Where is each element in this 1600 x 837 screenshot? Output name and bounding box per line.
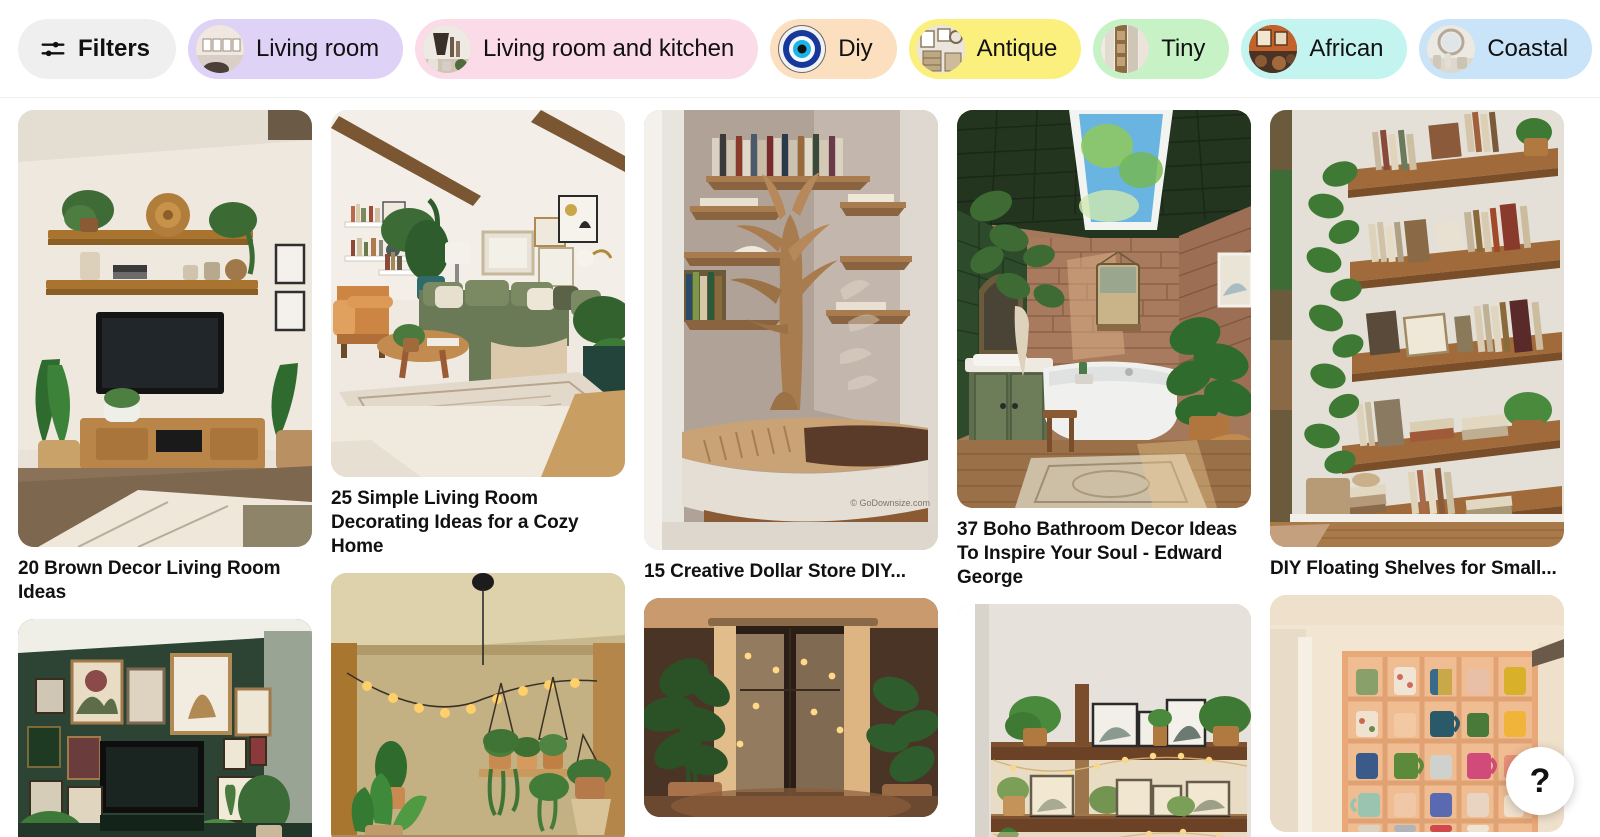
filter-chip-living-room[interactable]: Living room (188, 18, 403, 79)
evil-eye-thumb (778, 24, 827, 73)
pin-card[interactable]: 20 Brown Decor Living Room Ideas (18, 110, 312, 605)
filter-chip-label: African (1309, 34, 1384, 62)
pin-card[interactable]: 37 Boho Bathroom Decor Ideas To Inspire … (957, 110, 1251, 590)
pin-card[interactable] (957, 604, 1251, 837)
african-room-thumb (1249, 24, 1298, 73)
pin-column: 20 Brown Decor Living Room Ideas (18, 110, 312, 837)
tiny-shelf-thumb (1101, 24, 1150, 73)
pin-card[interactable]: 25 Simple Living Room Decorating Ideas f… (331, 110, 625, 559)
warm-lit-room-plants-curtains-image[interactable] (644, 598, 938, 817)
pin-card[interactable] (331, 573, 625, 837)
filter-chip-label: Coastal (1487, 34, 1569, 62)
pin-caption: 20 Brown Decor Living Room Ideas (18, 558, 281, 603)
filter-chip-african[interactable]: African (1241, 18, 1408, 79)
image-watermark: © GoDownsize.com (850, 498, 930, 508)
help-button-label: ? (1529, 762, 1551, 800)
help-button[interactable]: ? (1506, 747, 1574, 815)
filter-chip-label: Antique (976, 34, 1058, 62)
green-wall-gallery-frames-tv-image[interactable] (18, 619, 312, 837)
wood-shelves-frames-fairy-lights-image[interactable] (957, 604, 1251, 837)
pin-card[interactable]: DIY Floating Shelves for Small... (1270, 110, 1564, 581)
boho-bathroom-green-tile-skylight-image[interactable] (957, 110, 1251, 508)
pin-caption: 37 Boho Bathroom Decor Ideas To Inspire … (957, 519, 1238, 588)
floating-shelves-books-plants-image[interactable] (1270, 110, 1564, 547)
pin-column: 37 Boho Bathroom Decor Ideas To Inspire … (957, 110, 1251, 837)
cozy-living-room-green-sectional-image[interactable] (331, 110, 625, 477)
filter-chip-living-room-and-kitchen[interactable]: Living room and kitchen (415, 18, 759, 79)
antique-room-thumb (916, 24, 965, 73)
sliders-icon (40, 36, 66, 62)
filter-chip-label: Living room (256, 34, 379, 62)
pin-card[interactable] (644, 598, 938, 817)
pin-card[interactable] (18, 619, 312, 837)
pin-column: DIY Floating Shelves for Small... (1270, 110, 1564, 837)
filter-chip-tiny[interactable]: Tiny (1093, 18, 1230, 79)
tree-bookshelf-corner-bench-image[interactable]: © GoDownsize.com (644, 110, 938, 550)
filter-bar: Filters Living room Living room and kitc… (0, 0, 1600, 98)
pin-grid: 20 Brown Decor Living Room Ideas 25 Simp… (0, 98, 1600, 837)
filter-chip-coastal[interactable]: Coastal (1419, 18, 1593, 79)
pin-column: © GoDownsize.com 15 Creative Dollar Stor… (644, 110, 938, 837)
filter-chip-label: Tiny (1161, 34, 1206, 62)
pin-caption: 25 Simple Living Room Decorating Ideas f… (331, 488, 579, 557)
pin-caption: 15 Creative Dollar Store DIY... (644, 561, 906, 582)
beige-wall-string-lights-plants-image[interactable] (331, 573, 625, 837)
coastal-mirror-thumb (1427, 24, 1476, 73)
gallery-wall-thumb (196, 24, 245, 73)
filter-chip-label: Diy (838, 34, 873, 62)
pin-card[interactable]: © GoDownsize.com 15 Creative Dollar Stor… (644, 110, 938, 584)
living-room-tv-wood-shelves-image[interactable] (18, 110, 312, 547)
filter-chip-diy[interactable]: Diy (770, 18, 897, 79)
pin-column: 25 Simple Living Room Decorating Ideas f… (331, 110, 625, 837)
filter-chip-antique[interactable]: Antique (908, 18, 1082, 79)
kitchen-utensils-thumb (423, 24, 471, 73)
filter-chip-label: Living room and kitchen (483, 34, 735, 62)
filters-button-label: Filters (78, 34, 151, 62)
pin-caption: DIY Floating Shelves for Small... (1270, 558, 1557, 579)
filters-button[interactable]: Filters (18, 18, 177, 79)
